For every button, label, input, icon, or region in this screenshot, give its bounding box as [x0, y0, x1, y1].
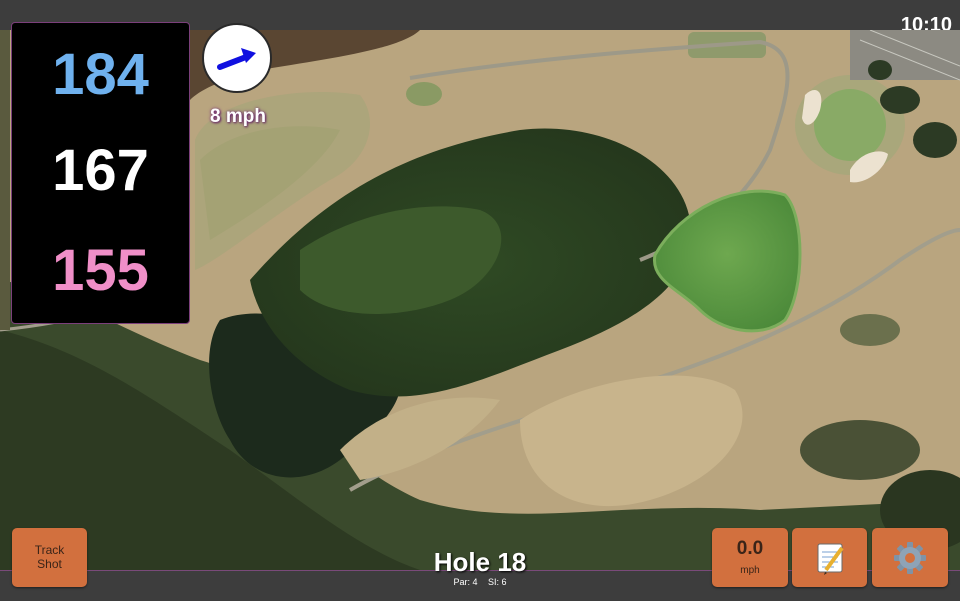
speed-button[interactable]: 0.0 mph — [712, 528, 788, 587]
hole-par: Par: 4 — [453, 577, 478, 587]
hole-stroke-index: SI: 6 — [488, 577, 507, 587]
wind-speed: 8 mph — [210, 106, 266, 127]
speed-unit: mph — [740, 565, 760, 576]
gear-icon — [894, 542, 926, 574]
distance-panel: 184 167 155 — [11, 22, 190, 324]
settings-button[interactable] — [872, 528, 948, 587]
track-shot-label: Track Shot — [34, 542, 65, 571]
hole-title: Hole 18 — [433, 547, 527, 577]
wind-indicator[interactable] — [202, 23, 272, 93]
hole-info: Par: 4 SI: 6 — [380, 577, 580, 587]
distance-front: 155 — [52, 238, 149, 303]
distance-back: 184 — [52, 42, 149, 107]
notes-button[interactable] — [792, 528, 867, 587]
distance-middle: 167 — [52, 138, 149, 203]
notepad-icon — [817, 543, 844, 575]
wind-direction-arrow-icon — [217, 48, 256, 70]
track-shot-button[interactable]: Track Shot — [12, 528, 87, 587]
speed-value: 0.0 — [736, 538, 764, 559]
